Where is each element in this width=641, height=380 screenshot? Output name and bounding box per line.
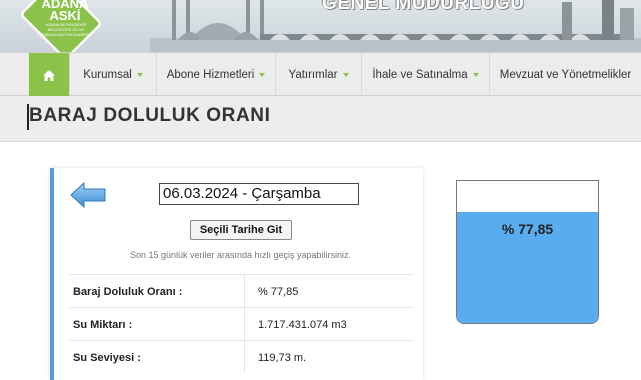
caret-down-icon [259,73,266,77]
table-row-fill-rate: Baraj Doluluk Oranı : % 77,85 [69,274,414,308]
nav-item-label: Kurumsal [83,69,132,81]
nav-item-label: Yatırımlar [288,69,338,81]
row-value: 1.717.431.074 m3 [258,319,347,331]
nav-item-abone-hizmetleri[interactable]: Abone Hizmetleri [156,53,275,97]
directorate-title: GENEL MÜDÜRLÜĞÜ [322,0,525,14]
nav-item-label: Abone Hizmetleri [166,69,255,81]
row-label: Baraj Doluluk Oranı : [73,286,183,298]
logo-text: ADANA ASKİ [41,0,89,23]
main-nav: Kurumsal Abone Hizmetleri Yatırımlar İha… [0,52,641,97]
caret-down-icon [342,73,349,77]
column-divider [244,308,245,341]
column-divider [244,341,245,374]
column-divider [244,275,245,308]
nav-item-mevzuat[interactable]: Mevzuat ve Yönetmelikler [489,53,641,97]
nav-item-yatirimlar[interactable]: Yatırımlar [275,53,361,97]
page-title: BARAJ DOLULUK ORANI [29,105,271,126]
nav-item-label: Mevzuat ve Yönetmelikler [499,69,632,81]
row-value: % 77,85 [258,286,299,298]
dam-data-panel: 06.03.2024 - Çarşamba Seçili Tarihe Git … [50,168,423,380]
nav-item-kurumsal[interactable]: Kurumsal [69,53,156,97]
row-label: Su Seviyesi : [73,352,141,364]
row-label: Su Miktarı : [73,319,133,331]
row-value: 119,73 m. [258,352,307,364]
home-icon [43,69,55,81]
caret-down-icon [136,73,143,77]
previous-day-arrow-icon[interactable] [70,182,106,208]
table-row-water-volume: Su Miktarı : 1.717.431.074 m3 [69,307,414,341]
nav-item-label: İhale ve Satınalma [372,69,468,81]
nav-home-button[interactable] [29,53,69,97]
page-title-bar: BARAJ DOLULUK ORANI [0,96,641,142]
table-row-water-level: Su Seviyesi : 119,73 m. [69,340,414,374]
nav-item-ihale-satinalma[interactable]: İhale ve Satınalma [361,53,489,97]
goto-selected-date-button[interactable]: Seçili Tarihe Git [190,220,292,240]
header-banner: ADANA ASKİ ADANA BÜYÜKŞEHİR BELEDİYESİ S… [0,0,641,52]
dam-fill-gauge: % 77,85 [456,180,599,324]
date-select[interactable]: 06.03.2024 - Çarşamba [159,183,359,205]
logo-subtext: ADANA BÜYÜKŞEHİR BELEDİYESİ SU VE KANALİ… [42,22,90,37]
quick-navigation-hint: Son 15 günlük veriler arasında hızlı geç… [129,250,352,260]
gauge-percentage-label: % 77,85 [501,221,554,237]
caret-down-icon [472,73,479,77]
